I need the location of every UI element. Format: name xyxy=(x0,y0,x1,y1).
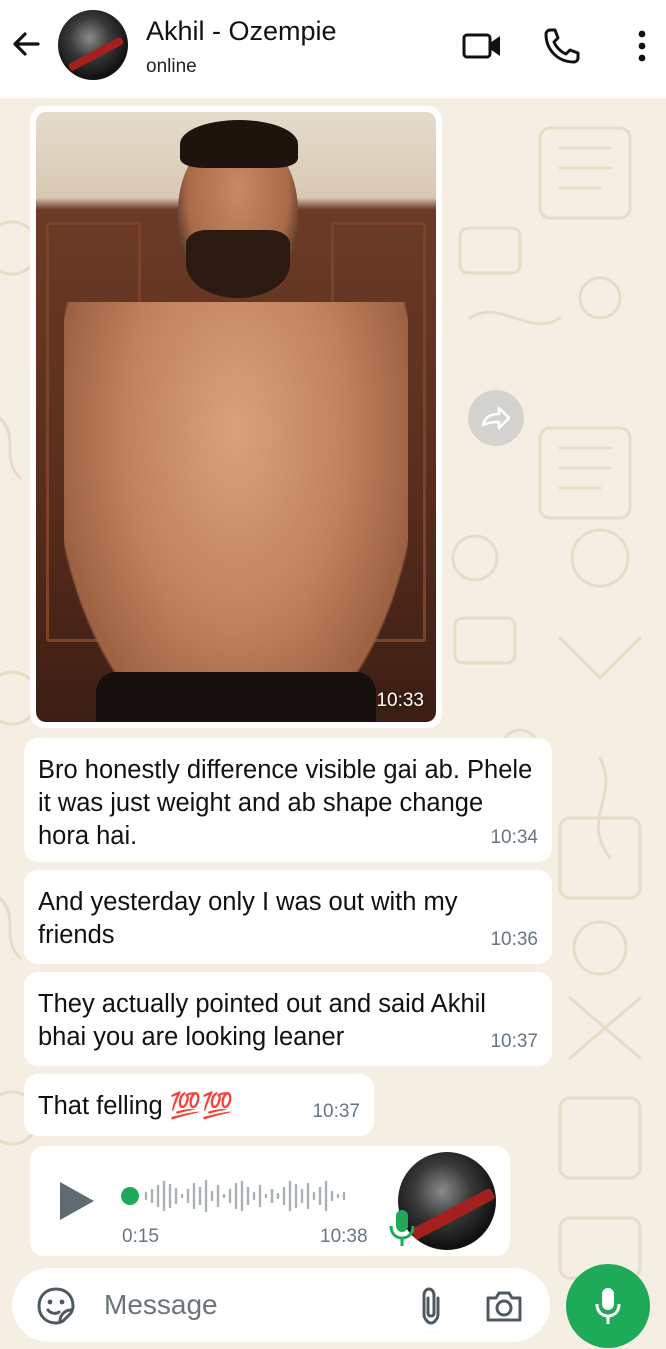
play-icon[interactable] xyxy=(56,1180,96,1222)
contact-avatar[interactable] xyxy=(58,10,128,80)
message-input[interactable] xyxy=(104,1282,394,1328)
message-timestamp: 10:33 xyxy=(376,690,424,711)
text-message[interactable]: And yesterday only I was out with my fri… xyxy=(24,870,552,964)
message-photo[interactable]: 10:33 xyxy=(36,112,436,722)
message-timestamp: 10:36 xyxy=(490,929,538,950)
more-options-icon[interactable] xyxy=(620,24,664,68)
mic-icon xyxy=(595,1288,621,1324)
voice-message[interactable]: 0:15 10:38 xyxy=(30,1146,510,1256)
sticker-icon[interactable] xyxy=(36,1286,76,1326)
chat-header: Akhil - Ozempie online xyxy=(0,0,666,98)
text-message[interactable]: Bro honestly difference visible gai ab. … xyxy=(24,738,552,862)
photo-subject-beard xyxy=(186,230,290,298)
text-message[interactable]: That felling 💯💯 10:37 xyxy=(24,1074,374,1136)
photo-subject xyxy=(64,302,408,722)
attach-icon[interactable] xyxy=(416,1286,446,1326)
message-text: Bro honestly difference visible gai ab. … xyxy=(38,756,533,850)
forward-button[interactable] xyxy=(468,390,524,446)
forward-icon xyxy=(481,406,511,430)
message-text: And yesterday only I was out with my fri… xyxy=(38,888,458,949)
photo-subject-hair xyxy=(180,120,298,168)
message-timestamp: 10:37 xyxy=(490,1031,538,1052)
back-arrow-icon[interactable] xyxy=(8,26,44,62)
message-timestamp: 10:37 xyxy=(312,1101,360,1122)
text-message[interactable]: They actually pointed out and said Akhil… xyxy=(24,972,552,1066)
message-text: They actually pointed out and said Akhil… xyxy=(38,990,486,1051)
record-voice-button[interactable] xyxy=(566,1264,650,1348)
message-timestamp: 10:38 xyxy=(320,1226,368,1247)
message-composer xyxy=(12,1268,550,1342)
message-timestamp: 10:34 xyxy=(490,827,538,848)
voice-call-icon[interactable] xyxy=(540,24,584,68)
contact-name[interactable]: Akhil - Ozempie xyxy=(146,16,337,47)
camera-icon[interactable] xyxy=(484,1288,524,1324)
audio-waveform[interactable] xyxy=(120,1176,370,1216)
voice-mic-icon xyxy=(389,1210,415,1246)
contact-status: online xyxy=(146,56,197,77)
photo-subject-shorts xyxy=(96,672,376,722)
video-call-icon[interactable] xyxy=(460,24,504,68)
voice-duration: 0:15 xyxy=(122,1226,159,1247)
image-message[interactable]: 10:33 xyxy=(30,106,442,728)
